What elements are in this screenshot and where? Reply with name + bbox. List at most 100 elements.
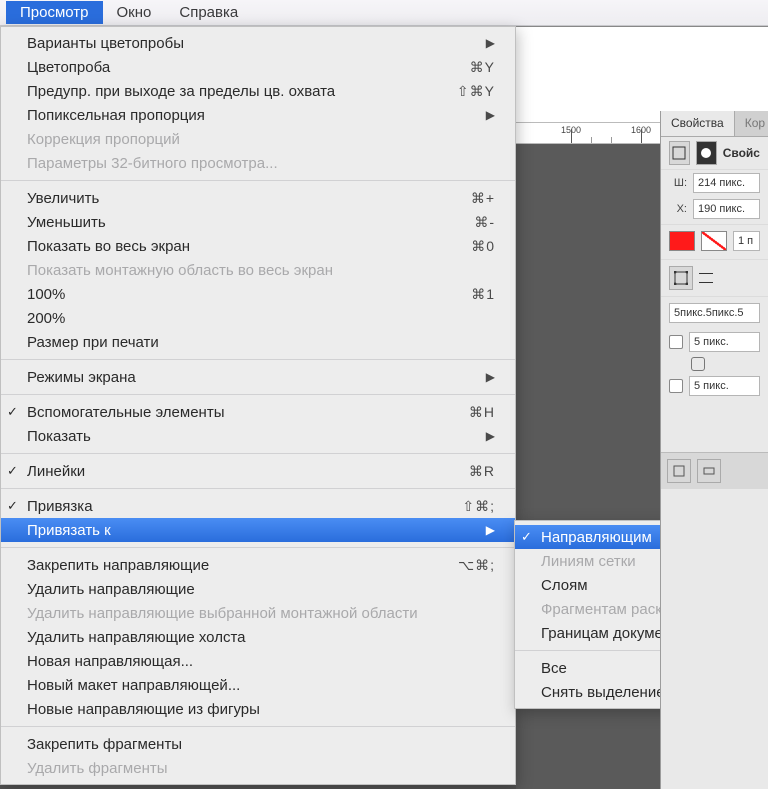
menu-item-label: Удалить фрагменты [27, 760, 495, 777]
corner-a-input[interactable]: 5 пикс. [689, 332, 760, 352]
inset-input[interactable]: 5пикс.5пикс.5 [669, 303, 760, 323]
tab-corrections[interactable]: Кор [735, 111, 768, 136]
menu-item[interactable]: 100%⌘1 [1, 282, 515, 306]
menu-item[interactable]: Новая направляющая... [1, 649, 515, 673]
checkmark-icon: ✓ [7, 463, 18, 479]
menu-item[interactable]: ✓Линейки⌘R [1, 459, 515, 483]
menu-item-label: Режимы экрана [27, 369, 486, 386]
menu-item[interactable]: Варианты цветопробы▶ [1, 31, 515, 55]
menu-group: ✓Привязка⇧⌘;Привязать к▶ [1, 494, 515, 542]
menu-item-label: Увеличить [27, 190, 471, 207]
align-icon-b[interactable] [697, 459, 721, 483]
menu-item-label: Удалить направляющие выбранной монтажной… [27, 605, 495, 622]
x-input[interactable]: 190 пикс. [693, 199, 760, 219]
checkmark-icon: ✓ [521, 529, 532, 545]
menu-item-label: Закрепить фрагменты [27, 736, 495, 753]
menu-item-label: Параметры 32-битного просмотра... [27, 155, 495, 172]
properties-panel: Свойства Кор Свойс Ш: 214 пикс. X: 190 п… [660, 111, 768, 789]
menu-item[interactable]: Размер при печати [1, 330, 515, 354]
x-field: X: 190 пикс. [661, 196, 768, 222]
menu-item-label: Коррекция пропорций [27, 131, 495, 148]
menu-item[interactable]: Удалить направляющие холста [1, 625, 515, 649]
submenu-arrow-icon: ▶ [486, 370, 495, 384]
menu-window[interactable]: Окно [103, 1, 166, 24]
fill-stroke-row: 1 п [661, 224, 768, 257]
align-icon-a[interactable] [667, 459, 691, 483]
menu-item-label: Новая направляющая... [27, 653, 495, 670]
menu-item[interactable]: Закрепить фрагменты [1, 732, 515, 756]
submenu-arrow-icon: ▶ [486, 36, 495, 50]
menu-item[interactable]: Показать во весь экран⌘0 [1, 234, 515, 258]
menu-item: Удалить фрагменты [1, 756, 515, 780]
panel-tabs: Свойства Кор [661, 111, 768, 137]
menu-shortcut: ⇧⌘; [462, 498, 495, 515]
menu-shortcut: ⌘- [474, 214, 495, 231]
menu-item-label: Закрепить направляющие [27, 557, 458, 574]
menu-item[interactable]: Уменьшить⌘- [1, 210, 515, 234]
menu-item[interactable]: ✓Вспомогательные элементы⌘H [1, 400, 515, 424]
menu-item: Показать монтажную область во весь экран [1, 258, 515, 282]
menu-item[interactable]: Удалить направляющие [1, 577, 515, 601]
menu-help[interactable]: Справка [165, 1, 252, 24]
menu-shortcut: ⌥⌘; [458, 557, 495, 574]
menu-item[interactable]: Привязать к▶ [1, 518, 515, 542]
menu-item[interactable]: Показать▶ [1, 424, 515, 448]
menu-item-label: Показать во весь экран [27, 238, 471, 255]
menu-group: Режимы экрана▶ [1, 365, 515, 389]
stroke-swatch[interactable] [701, 231, 727, 251]
menu-item-label: Цветопроба [27, 59, 470, 76]
menu-item-label: Удалить направляющие [27, 581, 495, 598]
menu-item-label: 100% [27, 286, 471, 303]
menu-item[interactable]: Предупр. при выходе за пределы цв. охват… [1, 79, 515, 103]
menu-shortcut: ⌘1 [471, 286, 495, 303]
bbox-icon[interactable] [669, 266, 693, 290]
shape-icon[interactable] [669, 141, 690, 165]
menu-item-label: Попиксельная пропорция [27, 107, 486, 124]
menu-shortcut: ⇧⌘Y [457, 83, 495, 100]
menu-shortcut: ⌘R [469, 463, 495, 480]
chain-link-icon[interactable] [691, 357, 705, 371]
menu-item-label: Новый макет направляющей... [27, 677, 495, 694]
corner-b-field: 5 пикс. [661, 373, 768, 399]
menu-group: Закрепить фрагменты Удалить фрагменты [1, 732, 515, 780]
menu-group: Закрепить направляющие⌥⌘; Удалить направл… [1, 553, 515, 721]
menu-item-label: Привязка [27, 498, 462, 515]
fill-swatch[interactable] [669, 231, 695, 251]
menu-item[interactable]: Закрепить направляющие⌥⌘; [1, 553, 515, 577]
line-style-icon[interactable] [699, 273, 713, 283]
menu-item[interactable]: Попиксельная пропорция▶ [1, 103, 515, 127]
panel-bottom-bar [661, 452, 768, 489]
menubar: Просмотр Окно Справка [0, 0, 768, 26]
menu-item-label: Вспомогательные элементы [27, 404, 469, 421]
menu-shortcut: ⌘0 [471, 238, 495, 255]
menu-item[interactable]: Цветопроба⌘Y [1, 55, 515, 79]
stroke-width-input[interactable]: 1 п [733, 231, 760, 251]
width-field: Ш: 214 пикс. [661, 170, 768, 196]
menu-item-label: Показать [27, 428, 486, 445]
menu-item[interactable]: ✓Привязка⇧⌘; [1, 494, 515, 518]
menu-item-label: Привязать к [27, 522, 486, 539]
menu-group: Увеличить⌘+Уменьшить⌘-Показать во весь э… [1, 186, 515, 354]
shape-options-row [661, 259, 768, 296]
corner-a-checkbox[interactable] [669, 335, 683, 349]
width-input[interactable]: 214 пикс. [693, 173, 760, 193]
corner-b-checkbox[interactable] [669, 379, 683, 393]
menu-item[interactable]: 200% [1, 306, 515, 330]
panel-header-label: Свойс [723, 146, 760, 160]
link-corners-row [661, 355, 768, 373]
menu-item[interactable]: Новые направляющие из фигуры [1, 697, 515, 721]
mask-icon[interactable] [696, 141, 717, 165]
menu-item[interactable]: Режимы экрана▶ [1, 365, 515, 389]
menu-shortcut: ⌘H [469, 404, 495, 421]
menu-item-label: Размер при печати [27, 334, 495, 351]
menu-group: ✓Вспомогательные элементы⌘HПоказать▶ [1, 400, 515, 448]
x-label: X: [669, 203, 687, 215]
corner-b-input[interactable]: 5 пикс. [689, 376, 760, 396]
menu-view[interactable]: Просмотр [6, 1, 103, 24]
menu-item[interactable]: Новый макет направляющей... [1, 673, 515, 697]
menu-item-label: Предупр. при выходе за пределы цв. охват… [27, 83, 457, 100]
view-menu-dropdown: Варианты цветопробы▶Цветопроба⌘Y Предупр.… [0, 26, 516, 785]
menu-item[interactable]: Увеличить⌘+ [1, 186, 515, 210]
menu-item: Удалить направляющие выбранной монтажной… [1, 601, 515, 625]
tab-properties[interactable]: Свойства [661, 111, 735, 136]
